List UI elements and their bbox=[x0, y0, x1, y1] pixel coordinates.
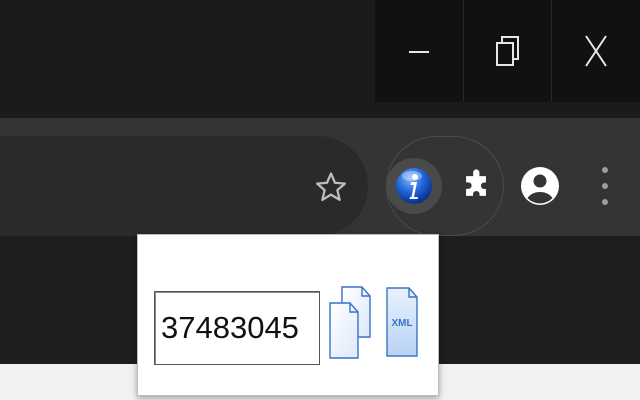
browser-toolbar bbox=[0, 118, 640, 236]
copy-icon bbox=[329, 286, 371, 359]
id-field[interactable] bbox=[154, 291, 320, 365]
bookmark-button[interactable] bbox=[308, 164, 354, 210]
account-icon bbox=[521, 167, 559, 205]
puzzle-icon bbox=[466, 169, 486, 196]
extensions-menu-button[interactable] bbox=[448, 158, 504, 214]
close-icon bbox=[584, 35, 607, 67]
kebab-menu-icon bbox=[602, 167, 608, 205]
window-controls bbox=[375, 0, 640, 102]
info-extension-button[interactable] bbox=[386, 158, 442, 214]
xml-button[interactable]: XML bbox=[385, 286, 419, 358]
restore-icon bbox=[495, 36, 519, 66]
copy-button[interactable] bbox=[328, 285, 372, 361]
star-icon bbox=[315, 172, 347, 202]
extension-popup: XML bbox=[137, 234, 439, 396]
close-button[interactable] bbox=[551, 0, 639, 102]
browser-menu-button[interactable] bbox=[588, 158, 622, 214]
profile-button[interactable] bbox=[512, 158, 568, 214]
xml-label: XML bbox=[391, 318, 413, 329]
minimize-button[interactable] bbox=[375, 0, 463, 102]
browser-window: XML bbox=[0, 0, 640, 400]
title-bar bbox=[0, 0, 640, 118]
minimize-icon bbox=[409, 51, 429, 53]
info-icon bbox=[396, 168, 432, 204]
restore-button[interactable] bbox=[463, 0, 551, 102]
